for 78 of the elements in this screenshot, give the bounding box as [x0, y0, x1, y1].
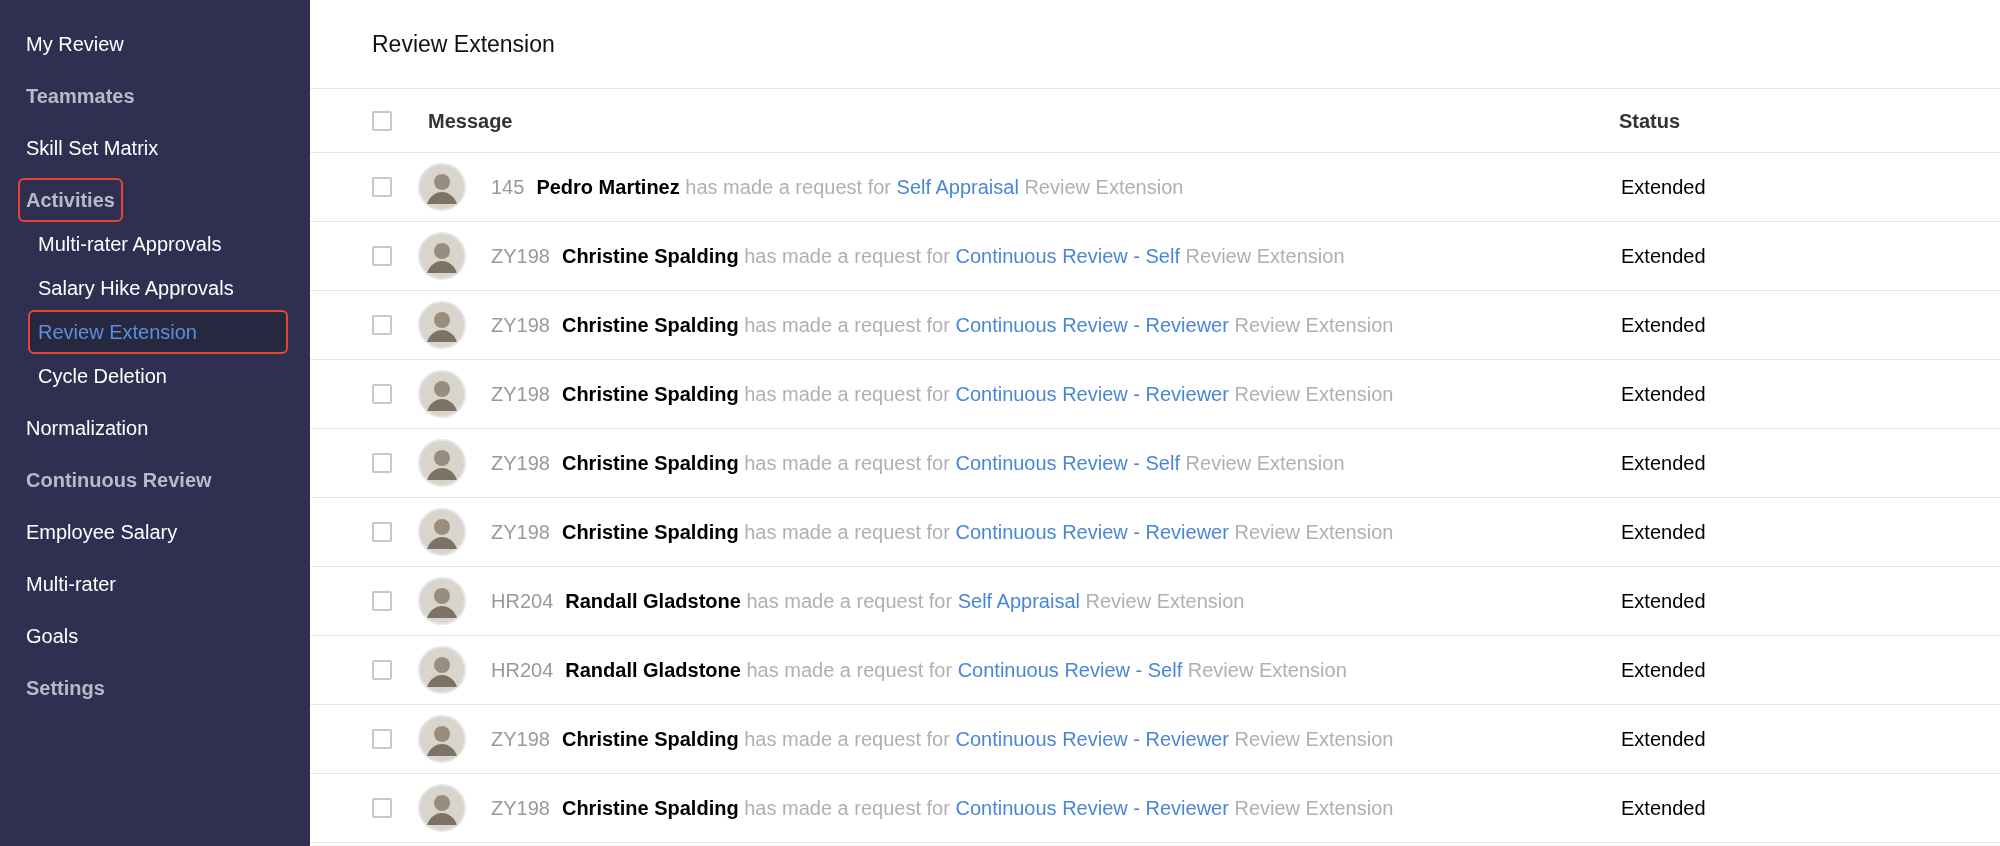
menu-item[interactable]: Continuous Review [20, 460, 218, 500]
checkbox[interactable] [372, 522, 392, 542]
avatar-icon [418, 232, 466, 280]
request-message: Christine Spalding has made a request for Continuous Review - Reviewer Review Extension [561, 382, 1394, 407]
checkbox[interactable] [372, 660, 392, 680]
checkbox[interactable] [372, 798, 392, 818]
module-link[interactable]: Continuous Review - Reviewer [955, 797, 1229, 819]
employee-id: ZY198 [491, 727, 550, 752]
checkbox[interactable] [372, 729, 392, 749]
avatar-icon [418, 370, 466, 418]
menu-item[interactable]: Normalization [20, 408, 155, 448]
request-message: Randall Gladstone has made a request for Self Appraisal Review Extension [565, 589, 1245, 614]
status-text: Extended [1621, 796, 1706, 821]
avatar-icon [418, 715, 466, 763]
menu-item[interactable]: Multi-rater [20, 564, 122, 604]
request-message: Pedro Martinez has made a request for Self Appraisal Review Extension [536, 175, 1184, 200]
employee-id: ZY198 [491, 520, 550, 545]
checkbox[interactable] [372, 384, 392, 404]
module-link[interactable]: Continuous Review - Reviewer [955, 728, 1229, 750]
module-link[interactable]: Continuous Review - Reviewer [955, 383, 1229, 405]
submenu-item[interactable]: Multi-rater Approvals [30, 224, 286, 264]
avatar-icon [418, 508, 466, 556]
column-header: Message [428, 108, 514, 134]
checkbox[interactable] [372, 453, 392, 473]
employee-id: ZY198 [491, 451, 550, 476]
employee-id: ZY198 [491, 313, 550, 338]
checkbox[interactable] [372, 177, 392, 197]
status-text: Extended [1621, 520, 1706, 545]
menu-item[interactable]: Settings [20, 668, 111, 708]
menu-item[interactable]: My Review [20, 24, 130, 64]
employee-id: ZY198 [491, 796, 550, 821]
checkbox[interactable] [372, 315, 392, 335]
employee-id: 145 [491, 175, 525, 200]
page-title: Review Extension [372, 29, 555, 59]
status-text: Extended [1621, 175, 1706, 200]
avatar-icon [418, 784, 466, 832]
status-text: Extended [1621, 658, 1706, 683]
request-message: Christine Spalding has made a request for Continuous Review - Self Review Extension [561, 244, 1345, 269]
submenu-item[interactable]: Salary Hike Approvals [30, 268, 286, 308]
status-text: Extended [1621, 244, 1706, 269]
menu-item[interactable]: Employee Salary [20, 512, 184, 552]
avatar-icon [418, 577, 466, 625]
menu-item[interactable]: Activities [20, 180, 121, 220]
module-link[interactable]: Continuous Review - Self [955, 245, 1180, 267]
request-message: Christine Spalding has made a request for Continuous Review - Reviewer Review Extension [561, 796, 1394, 821]
request-message: Christine Spalding has made a request for Continuous Review - Reviewer Review Extension [561, 520, 1394, 545]
status-text: Extended [1621, 589, 1706, 614]
module-link[interactable]: Self Appraisal [896, 176, 1019, 198]
submenu-item[interactable]: Review Extension [30, 312, 286, 352]
employee-id: HR204 [491, 658, 554, 683]
avatar-icon [418, 439, 466, 487]
module-link[interactable]: Continuous Review - Reviewer [955, 314, 1229, 336]
employee-id: ZY198 [491, 382, 550, 407]
request-message: Christine Spalding has made a request for Continuous Review - Self Review Extension [561, 451, 1345, 476]
menu-item[interactable]: Goals [20, 616, 85, 656]
checkbox[interactable] [372, 110, 392, 131]
column-header: Status [1619, 108, 1681, 134]
module-link[interactable]: Continuous Review - Reviewer [955, 521, 1229, 543]
submenu-item[interactable]: Cycle Deletion [30, 356, 286, 396]
request-message: Randall Gladstone has made a request for Continuous Review - Self Review Extension [565, 658, 1347, 683]
avatar-icon [418, 646, 466, 694]
menu-item[interactable]: Teammates [20, 76, 141, 116]
status-text: Extended [1621, 382, 1706, 407]
module-link[interactable]: Continuous Review - Self [957, 659, 1183, 681]
avatar-icon [418, 163, 466, 211]
request-message: Christine Spalding has made a request for Continuous Review - Reviewer Review Extension [561, 313, 1394, 338]
employee-id: ZY198 [491, 244, 550, 269]
module-link[interactable]: Self Appraisal [957, 590, 1080, 612]
checkbox[interactable] [372, 246, 392, 266]
status-text: Extended [1621, 727, 1706, 752]
employee-id: HR204 [491, 589, 554, 614]
request-message: Christine Spalding has made a request for Continuous Review - Reviewer Review Extension [561, 727, 1394, 752]
module-link[interactable]: Continuous Review - Self [955, 452, 1180, 474]
status-text: Extended [1621, 313, 1706, 338]
checkbox[interactable] [372, 591, 392, 611]
status-text: Extended [1621, 451, 1706, 476]
avatar-icon [418, 301, 466, 349]
menu-item[interactable]: Skill Set Matrix [20, 128, 165, 168]
